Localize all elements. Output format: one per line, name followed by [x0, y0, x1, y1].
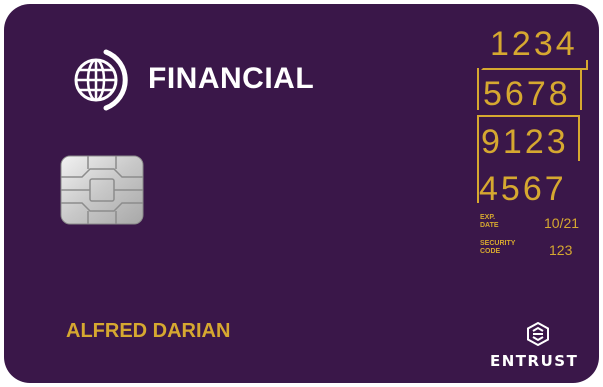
card-number-group-1: 1234 [490, 25, 578, 63]
issuer-wordmark: ENTRUST [490, 352, 579, 370]
entrust-hexagon-icon [527, 322, 549, 346]
payment-card: FINANCIAL 1234 5678 9123 4567 EXP. DATE … [4, 4, 599, 383]
number-frame-2-right [580, 68, 582, 110]
card-number-group-3: 9123 [481, 123, 569, 161]
card-number-group-4: 4567 [479, 170, 567, 208]
security-code-label: SECURITY CODE [480, 240, 516, 255]
emv-chip-icon [60, 155, 144, 225]
brand-name: FINANCIAL [148, 62, 315, 95]
globe-icon [74, 49, 128, 111]
security-code-value: 123 [549, 242, 573, 258]
cardholder-name: ALFRED DARIAN [66, 320, 231, 342]
expiry-value: 10/21 [544, 215, 580, 231]
expiry-label: EXP. DATE [480, 214, 499, 229]
card-number-group-2: 5678 [483, 75, 571, 113]
